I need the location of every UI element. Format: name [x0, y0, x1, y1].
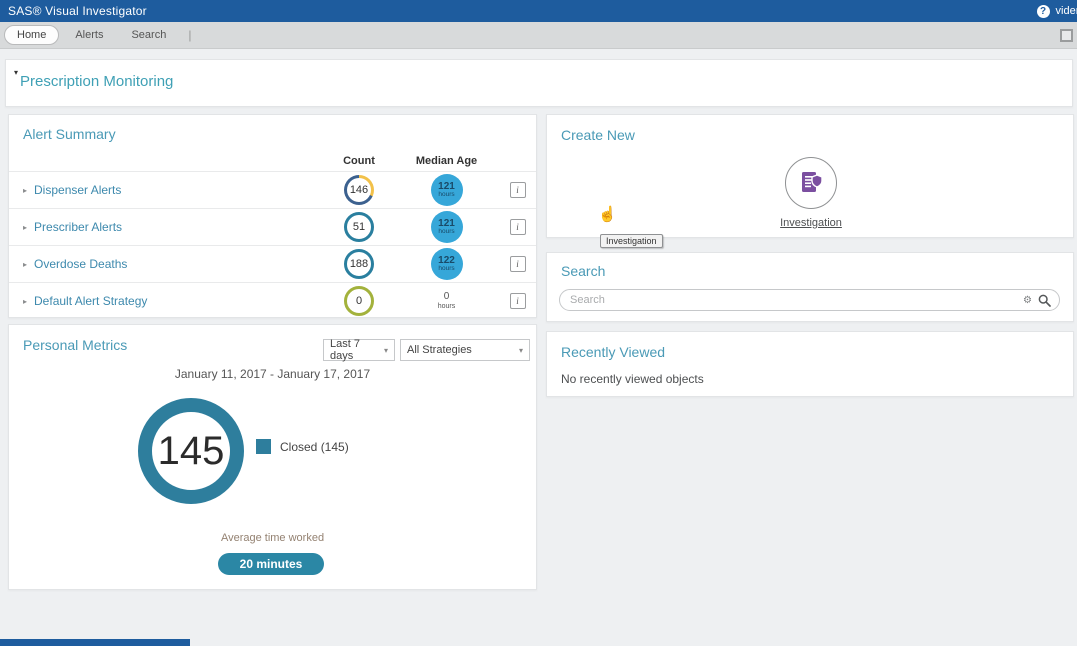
- expand-caret-icon[interactable]: ▸: [23, 186, 27, 195]
- create-new-panel: Create New Investigation: [546, 114, 1074, 238]
- time-range-dropdown[interactable]: Last 7 days ▾: [323, 339, 395, 361]
- table-row-default-alert-strategy[interactable]: ▸ Default Alert Strategy 0 0 hours i: [9, 282, 536, 318]
- investigation-link[interactable]: Investigation: [780, 217, 842, 229]
- date-range-label: January 11, 2017 - January 17, 2017: [9, 367, 536, 381]
- chart-legend: Closed (145): [256, 439, 349, 454]
- search-panel-title: Search: [561, 263, 605, 279]
- alert-summary-title: Alert Summary: [23, 126, 116, 142]
- tab-alerts[interactable]: Alerts: [63, 26, 115, 44]
- median-age-bubble: 122 hours: [431, 248, 463, 280]
- chevron-down-icon: ▾: [384, 346, 388, 355]
- app-title: SAS® Visual Investigator: [0, 4, 147, 18]
- help-icon[interactable]: ?: [1037, 5, 1050, 18]
- column-header-median-age: Median Age: [394, 155, 499, 167]
- table-row-dispenser-alerts[interactable]: ▸ Dispenser Alerts 146 121 hours i: [9, 171, 536, 208]
- chevron-down-icon: ▾: [519, 346, 523, 355]
- median-age-plain: 0 hours: [438, 291, 456, 311]
- search-options-gear-icon[interactable]: ⚙: [1023, 295, 1032, 306]
- recently-viewed-panel: Recently Viewed No recently viewed objec…: [546, 331, 1074, 397]
- tab-search[interactable]: Search: [119, 26, 178, 44]
- count-ring: 0: [344, 286, 374, 316]
- expand-caret-icon[interactable]: ▸: [23, 223, 27, 232]
- bottom-taskbar-strip: [0, 639, 190, 646]
- count-ring: 146: [344, 175, 374, 205]
- median-age-bubble: 121 hours: [431, 211, 463, 243]
- average-time-label: Average time worked: [9, 532, 536, 544]
- recently-viewed-empty-text: No recently viewed objects: [561, 372, 704, 386]
- user-menu[interactable]: videmo: [1056, 5, 1077, 17]
- pointer-cursor-icon: ☝: [598, 205, 617, 223]
- alert-summary-rows: ▸ Dispenser Alerts 146 121 hours i: [9, 171, 536, 318]
- median-age-bubble: 121 hours: [431, 174, 463, 206]
- create-new-title: Create New: [561, 127, 635, 143]
- create-investigation-button[interactable]: Investigation: [781, 157, 841, 229]
- info-icon[interactable]: i: [510, 219, 526, 235]
- recently-viewed-title: Recently Viewed: [561, 344, 665, 360]
- alert-summary-panel: Alert Summary Count Median Age ▸ Dispens…: [8, 114, 537, 318]
- row-label[interactable]: Default Alert Strategy: [34, 294, 147, 308]
- count-ring: 188: [344, 249, 374, 279]
- tab-home[interactable]: Home: [4, 25, 59, 45]
- row-label[interactable]: Prescriber Alerts: [34, 220, 122, 234]
- app-window: SAS® Visual Investigator ? videmo Home A…: [0, 0, 1077, 646]
- expand-caret-icon[interactable]: ▸: [23, 260, 27, 269]
- info-icon[interactable]: i: [510, 182, 526, 198]
- search-input-wrap: ⚙: [559, 289, 1060, 311]
- topbar-right-group: ? videmo: [1037, 0, 1077, 22]
- row-label[interactable]: Overdose Deaths: [34, 257, 127, 271]
- personal-metrics-panel: Personal Metrics Last 7 days ▾ All Strat…: [8, 324, 537, 590]
- investigation-tooltip: Investigation: [600, 234, 663, 248]
- closed-alerts-donut-chart: 145: [138, 398, 244, 504]
- average-time-badge: 20 minutes: [218, 553, 324, 575]
- tab-bar: Home Alerts Search |: [0, 22, 1077, 49]
- personal-metrics-title: Personal Metrics: [23, 337, 127, 353]
- page-title[interactable]: Prescription Monitoring: [20, 73, 173, 90]
- investigation-icon[interactable]: [785, 157, 837, 209]
- search-input[interactable]: [568, 293, 1023, 307]
- donut-center-value: 145: [158, 429, 225, 474]
- table-row-overdose-deaths[interactable]: ▸ Overdose Deaths 188 122 hours i: [9, 245, 536, 282]
- info-icon[interactable]: i: [510, 293, 526, 309]
- page-header-panel: ▾ Prescription Monitoring: [5, 59, 1073, 107]
- legend-label-closed: Closed (145): [280, 440, 349, 454]
- page-title-caret-icon[interactable]: ▾: [14, 68, 18, 77]
- search-panel: Search ⚙: [546, 252, 1074, 322]
- window-icon[interactable]: [1060, 29, 1073, 42]
- table-row-prescriber-alerts[interactable]: ▸ Prescriber Alerts 51 121 hours i: [9, 208, 536, 245]
- strategy-dropdown[interactable]: All Strategies ▾: [400, 339, 530, 361]
- row-label[interactable]: Dispenser Alerts: [34, 183, 121, 197]
- expand-caret-icon[interactable]: ▸: [23, 297, 27, 306]
- search-magnifier-icon[interactable]: [1038, 294, 1051, 307]
- legend-swatch-closed: [256, 439, 271, 454]
- application-bar: SAS® Visual Investigator ? videmo: [0, 0, 1077, 22]
- column-header-count: Count: [324, 155, 394, 167]
- tab-divider: |: [188, 28, 191, 42]
- count-ring: 51: [344, 212, 374, 242]
- info-icon[interactable]: i: [510, 256, 526, 272]
- alert-summary-column-headers: Count Median Age: [9, 151, 536, 171]
